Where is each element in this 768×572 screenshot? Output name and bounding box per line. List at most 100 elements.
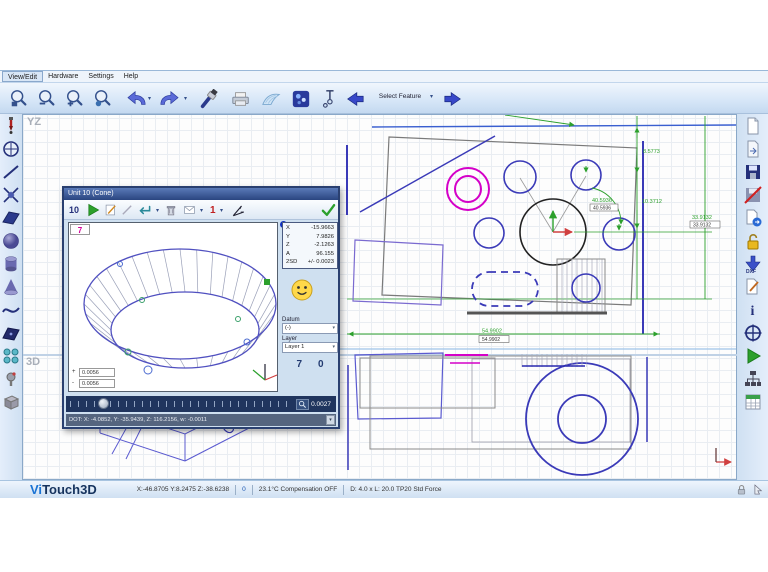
scale-magnifier-icon[interactable] [296,399,309,410]
svg-text:40.5936: 40.5936 [593,205,611,211]
layer-select[interactable]: Layer 1▾ [282,342,338,353]
file-toolbar: DXF i [737,114,768,480]
feature-tag: 7 [70,224,90,235]
error-count: 0 [318,359,324,370]
sphere-group-icon[interactable] [1,346,21,366]
probe-info: D: 4.0 x L: 20.0 TP20 Std Force [350,486,441,493]
prev-feature-icon[interactable] [342,86,368,112]
delete-icon[interactable] [164,202,178,218]
sphere-feature-icon[interactable] [1,231,21,251]
menu-settings[interactable]: Settings [83,71,118,82]
probe-tool-icon[interactable] [1,116,21,136]
probe-build-icon[interactable] [1,369,21,389]
datum-select[interactable]: (-)▾ [282,323,338,334]
dialog-title[interactable]: Unit 10 (Cone) [64,188,338,200]
open-file-icon[interactable] [743,139,763,159]
unit-number: 10 [69,202,79,218]
probe-icon[interactable] [316,86,342,112]
select-feature-caret[interactable]: ▾ [430,93,433,100]
circle-feature-icon[interactable] [1,139,21,159]
slider-thumb[interactable] [98,398,109,409]
plus-sign: + [72,369,76,375]
save-icon[interactable] [743,162,763,182]
cone-wireframe [69,223,277,391]
unit-dialog[interactable]: Unit 10 (Cone) 10 ▾ ▾ 1 ▾ [62,186,340,429]
undo-dropdown-caret[interactable]: ▾ [148,95,151,102]
screenshot-root: View/Edit Hardware Settings Help ▾ ▾ [0,0,768,572]
point-feature-icon[interactable] [1,185,21,205]
curve-feature-icon[interactable] [1,300,21,320]
svg-text:40.5936: 40.5936 [592,198,612,204]
note-icon[interactable] [104,202,118,218]
vector-measure-icon[interactable] [230,202,247,218]
redo-icon[interactable] [156,86,182,112]
target-icon[interactable] [743,323,763,343]
hierarchy-icon[interactable] [743,369,763,389]
redo-dropdown-caret[interactable]: ▾ [184,95,187,102]
undo-point-caret[interactable]: ▾ [156,207,159,214]
smiley-status-icon [290,278,314,307]
dialog-status-line: DOT: X: -4.0852, Y: -35.9439, Z: 116.215… [66,414,336,426]
zoom-out-icon[interactable] [34,86,60,112]
status-bar: ViTouch3D X:-46.8705 Y:8.2475 Z:-38.6238… [0,480,768,498]
dxf-export-icon[interactable]: DXF [743,254,763,274]
menu-help[interactable]: Help [119,71,143,82]
menu-view-edit[interactable]: View/Edit [2,71,43,82]
machine-coordinates: X:-46.8705 Y:8.2475 Z:-38.6238 [137,486,229,493]
surface-feature-icon[interactable] [1,323,21,343]
brush-icon[interactable] [196,86,222,112]
status-dropdown[interactable]: ▾ [326,415,335,425]
plane-feature-icon[interactable] [1,208,21,228]
cone-preview-view[interactable]: 7 + 0.0056 - 0.0056 [68,222,278,392]
select-feature-label[interactable]: Select Feature [374,93,426,100]
spreadsheet-report-icon[interactable] [743,392,763,412]
zoom-in-icon[interactable] [62,86,88,112]
next-feature-icon[interactable] [440,86,466,112]
svg-text:54.9902: 54.9902 [482,337,500,343]
svg-text:10.3712: 10.3712 [642,199,662,205]
repeat-count: 1 [210,202,216,218]
line-feature-icon[interactable] [1,162,21,182]
disabled-tool-icon [120,202,134,218]
minus-sign: - [72,380,74,386]
cone-feature-icon[interactable] [1,277,21,297]
new-file-icon[interactable] [743,116,763,136]
dialog-toolbar: 10 ▾ ▾ 1 ▾ [64,200,338,220]
deviation-slider[interactable]: 0.0027 [66,396,336,412]
cylinder-feature-icon[interactable] [1,254,21,274]
accept-check-icon[interactable] [320,202,337,218]
zoom-all-icon[interactable] [90,86,116,112]
surface-icon[interactable] [258,86,284,112]
solid-block-icon[interactable] [1,392,21,412]
app-window: View/Edit Hardware Settings Help ▾ ▾ [0,70,768,497]
menu-hardware[interactable]: Hardware [43,71,83,82]
undo-icon[interactable] [124,86,150,112]
status-lock-icon[interactable] [735,483,748,496]
status-counter: 0 [242,486,246,493]
export-file-icon[interactable] [743,208,763,228]
readout-box: X-15.9663 Y7.9826 Z-2.1263 A96.155 2SD+/… [282,222,338,269]
printer-icon[interactable] [228,86,254,112]
slider-track[interactable] [70,401,292,407]
scale-value: 0.0027 [311,401,331,408]
geometry-toolbar [0,114,22,480]
undo-point-icon[interactable] [136,202,152,218]
deviation-plus: 0.0056 [79,368,115,377]
status-pointer-icon[interactable] [751,483,764,496]
menu-bar: View/Edit Hardware Settings Help [0,71,768,83]
save-as-disabled-icon[interactable] [743,185,763,205]
svg-text:54.9902: 54.9902 [482,329,502,335]
send-icon[interactable] [182,202,197,218]
send-caret[interactable]: ▾ [200,207,203,214]
repeat-caret[interactable]: ▾ [220,207,223,214]
info-icon[interactable]: i [743,300,763,320]
svg-text:DXF: DXF [746,269,756,274]
run-program-icon[interactable] [743,346,763,366]
edit-report-icon[interactable] [743,277,763,297]
report-app-icon[interactable] [288,86,314,112]
temperature-compensation: 23.1°C Compensation OFF [259,486,337,493]
dialog-play-icon[interactable] [86,202,100,218]
lock-icon[interactable] [743,231,763,251]
zoom-window-icon[interactable] [6,86,32,112]
svg-text:33.9132: 33.9132 [693,222,711,228]
